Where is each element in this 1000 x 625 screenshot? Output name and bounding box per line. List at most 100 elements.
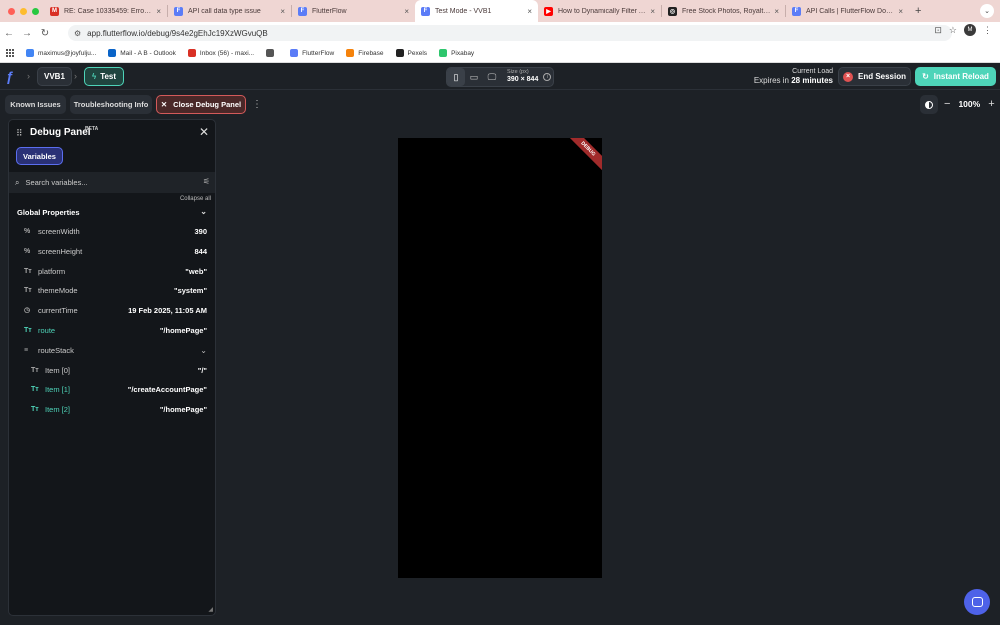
search-input[interactable]: [25, 178, 186, 187]
variable-value: "/createAccountPage": [127, 384, 207, 394]
variable-type-icon: Tт: [31, 366, 39, 374]
close-tab-icon[interactable]: ×: [650, 7, 655, 16]
bookmark-item[interactable]: FlutterFlow: [290, 49, 334, 57]
bookmark-favicon-icon: [187, 49, 196, 57]
browser-tab[interactable]: ◎ Free Stock Photos, Royalty Fr ×: [662, 0, 785, 22]
global-properties-header[interactable]: Global Properties ⌄: [9, 204, 215, 221]
close-icon[interactable]: ✕: [199, 125, 209, 139]
close-tab-icon[interactable]: ×: [898, 7, 903, 16]
browser-menu-icon[interactable]: ⋮: [983, 25, 992, 36]
variable-row[interactable]: Tт Item [0] "/": [31, 361, 217, 379]
browser-tab[interactable]: F Test Mode - VVB1 ×: [415, 0, 538, 22]
bookmark-favicon-icon: [395, 49, 404, 57]
forward-button[interactable]: →: [18, 28, 36, 39]
phone-device-button[interactable]: ▯: [447, 68, 465, 86]
close-debug-panel-button[interactable]: ✕ Close Debug Panel: [156, 95, 246, 114]
end-session-button[interactable]: × End Session: [838, 67, 911, 86]
close-tab-icon[interactable]: ×: [774, 7, 779, 16]
bookmark-star-icon[interactable]: ☆: [949, 25, 957, 36]
youtube-icon: ▶: [544, 6, 553, 16]
variable-row[interactable]: ≡ routeStack ⌄: [24, 341, 217, 359]
test-mode-badge[interactable]: ϟ Test: [84, 67, 124, 86]
variable-row[interactable]: Tт route "/homePage": [24, 321, 217, 339]
bookmark-item[interactable]: Firebase: [346, 49, 384, 57]
bookmark-item[interactable]: Inbox (56) - maxi...: [187, 49, 254, 57]
browser-tab[interactable]: ▶ How to Dynamically Filter API ×: [538, 0, 661, 22]
apps-grid-icon[interactable]: [6, 49, 14, 57]
variable-row[interactable]: ◷ currentTime 19 Feb 2025, 11:05 AM: [24, 301, 217, 319]
address-bar-actions: ⊡ ☆ M ⋮: [934, 24, 992, 36]
url-text: app.flutterflow.io/debug/9s4e2gEhJc19XzW…: [87, 28, 268, 38]
close-tab-icon[interactable]: ×: [280, 7, 285, 16]
close-tab-icon[interactable]: ×: [527, 7, 532, 16]
test-mode-label: Test: [100, 72, 117, 81]
variable-type-icon: %: [24, 247, 31, 255]
session-expiry: Current Load Expires in 28 minutes: [754, 68, 833, 85]
bookmark-item[interactable]: Mail - A B - Outlook: [108, 49, 176, 57]
close-window-button[interactable]: [8, 7, 15, 15]
browser-tab[interactable]: F FlutterFlow ×: [292, 0, 415, 22]
instant-reload-button[interactable]: ↻ Instant Reload: [915, 67, 996, 86]
variable-row[interactable]: % screenHeight 844: [24, 242, 217, 260]
zoom-out-button[interactable]: −: [944, 98, 950, 110]
flutterflow-icon: F: [298, 6, 307, 16]
bookmarks-bar: maximus@joyfulju... Mail - A B - Outlook I…: [0, 44, 1000, 63]
search-icon: ⌕: [15, 177, 20, 187]
bookmark-favicon-icon: [346, 49, 355, 57]
collapse-all-button[interactable]: Collapse all: [180, 196, 211, 202]
close-tab-icon[interactable]: ×: [404, 7, 409, 16]
project-name-button[interactable]: VVB1: [37, 67, 72, 86]
chevron-down-icon[interactable]: ⌄: [200, 346, 207, 355]
variable-value: 390: [194, 226, 207, 236]
url-bar[interactable]: ⚙ app.flutterflow.io/debug/9s4e2gEhJc19X…: [68, 25, 952, 41]
close-debug-label: Close Debug Panel: [173, 100, 242, 109]
tab-variables[interactable]: Variables: [16, 147, 63, 165]
variable-row[interactable]: Tт Item [2] "/homePage": [31, 400, 217, 418]
support-chat-button[interactable]: [964, 589, 990, 615]
variable-name: Item [0]: [45, 365, 71, 375]
bookmark-list: maximus@joyfulju... Mail - A B - Outlook I…: [26, 49, 486, 57]
variable-row[interactable]: Tт platform "web": [24, 262, 217, 280]
info-icon[interactable]: i: [543, 73, 552, 81]
known-issues-button[interactable]: Known Issues: [5, 95, 66, 114]
tab-search-button[interactable]: ⌄: [980, 4, 994, 18]
zoom-in-button[interactable]: +: [988, 98, 994, 110]
variable-row[interactable]: Tт themeMode "system": [24, 281, 217, 299]
variable-row[interactable]: Tт Item [1] "/createAccountPage": [31, 380, 217, 398]
theme-toggle-button[interactable]: [920, 95, 938, 114]
reload-button[interactable]: ↻: [36, 28, 54, 39]
variable-value: "system": [174, 285, 207, 295]
minimize-window-button[interactable]: [20, 7, 27, 15]
install-app-icon[interactable]: ⊡: [934, 25, 942, 36]
size-value: 390 × 844: [507, 76, 539, 84]
tab-title: RE: Case 10335459: Error co: [64, 7, 153, 15]
site-info-icon[interactable]: ⚙: [74, 29, 81, 38]
maximize-window-button[interactable]: [32, 7, 39, 15]
bookmark-item[interactable]: [266, 49, 278, 57]
more-options-icon[interactable]: ⋮: [252, 99, 262, 110]
close-tab-icon[interactable]: ×: [156, 7, 161, 16]
filter-icon[interactable]: ⚟: [203, 177, 210, 186]
flutterflow-logo-icon[interactable]: ƒ: [6, 68, 22, 84]
bookmark-item[interactable]: Pixabay: [439, 49, 474, 57]
back-button[interactable]: ←: [0, 28, 18, 39]
profile-avatar[interactable]: M: [964, 24, 976, 36]
desktop-device-button[interactable]: 🖵: [483, 68, 501, 86]
browser-tab[interactable]: M RE: Case 10335459: Error co ×: [44, 0, 167, 22]
drag-handle-icon[interactable]: ⠿: [16, 128, 23, 139]
browser-tab[interactable]: F API call data type issue ×: [168, 0, 291, 22]
new-tab-button[interactable]: +: [915, 5, 921, 17]
troubleshooting-info-button[interactable]: Troubleshooting Info: [70, 95, 152, 114]
chat-icon: [971, 597, 983, 607]
browser-tab-bar: M RE: Case 10335459: Error co × F API call d…: [0, 0, 1000, 22]
variable-row[interactable]: % screenWidth 390: [24, 222, 217, 240]
resize-handle-icon[interactable]: ◢: [208, 606, 213, 613]
bookmark-item[interactable]: maximus@joyfulju...: [26, 49, 96, 57]
app-preview-canvas[interactable]: DEBUG: [398, 138, 602, 578]
current-load-label: Current Load: [792, 68, 833, 75]
browser-tab[interactable]: F API Calls | FlutterFlow Docum ×: [786, 0, 909, 22]
bookmark-item[interactable]: Pexels: [395, 49, 427, 57]
variable-name: route: [38, 325, 56, 335]
tablet-device-button[interactable]: ▭: [465, 68, 483, 86]
debug-banner: DEBUG: [562, 138, 602, 175]
